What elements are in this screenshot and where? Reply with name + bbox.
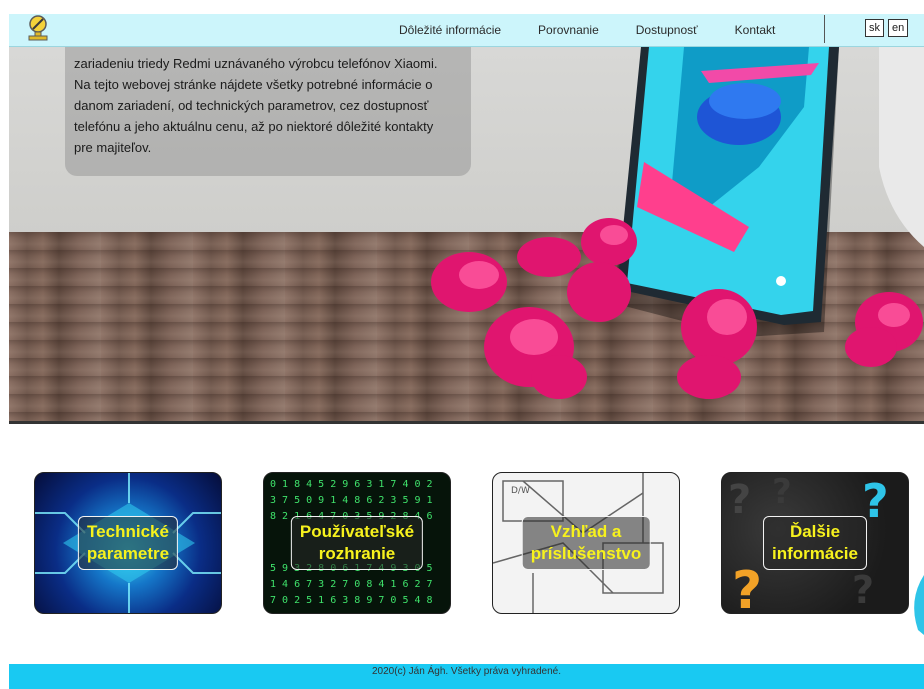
hero-bottom-edge xyxy=(9,421,924,424)
lang-en-button[interactable]: en xyxy=(888,19,909,37)
card-label-line: Používateľské xyxy=(299,522,415,541)
site-logo-icon[interactable] xyxy=(25,14,51,42)
card-user-interface[interactable]: 0 1 8 4 5 2 9 6 3 1 7 4 0 2 3 7 5 0 9 1 … xyxy=(263,472,451,614)
intro-line: zariadeniu triedy Redmi uznávaného výrob… xyxy=(74,56,438,71)
svg-text:7 0 2 5 1 6 3 8 9 7 0 5 4 8: 7 0 2 5 1 6 3 8 9 7 0 5 4 8 xyxy=(270,595,433,606)
svg-text:1 4 6 7 3 2 7 0 8 4 1 6 2 7: 1 4 6 7 3 2 7 0 8 4 1 6 2 7 xyxy=(270,579,433,590)
intro-line: Na tejto webovej stránke nájdete všetky … xyxy=(74,77,433,92)
card-label-line: Ďalšie xyxy=(789,522,841,541)
category-cards: Technické parametre 0 1 8 4 5 2 9 6 3 1 … xyxy=(34,472,914,614)
svg-text:?: ? xyxy=(732,561,762,614)
svg-text:D/W: D/W xyxy=(511,486,530,496)
page: Dôležité informácie Porovnanie Dostupnos… xyxy=(0,0,924,689)
left-margin xyxy=(0,0,9,689)
intro-line: telefónu a jeho aktuálnu cenu, až po nie… xyxy=(74,119,434,134)
card-label: Ďalšie informácie xyxy=(763,516,867,570)
nav-link-important-info[interactable]: Dôležité informácie xyxy=(399,23,501,37)
language-switcher: sk en xyxy=(865,19,909,37)
top-navbar: Dôležité informácie Porovnanie Dostupnos… xyxy=(9,14,924,47)
card-label-line: rozhranie xyxy=(318,544,396,563)
nav-link-contact[interactable]: Kontakt xyxy=(735,23,776,37)
decorative-blob xyxy=(914,575,924,635)
svg-text:?: ? xyxy=(728,477,751,523)
intro-line: pre majiteľov. xyxy=(74,140,152,155)
card-technical-parameters[interactable]: Technické parametre xyxy=(34,472,222,614)
svg-text:?: ? xyxy=(852,568,874,612)
footer: 2020(c) Ján Ágh. Všetky práva vyhradené. xyxy=(9,664,924,689)
card-more-info[interactable]: ? ? ? ? ? Ďalšie informácie xyxy=(721,472,909,614)
card-label-line: informácie xyxy=(772,544,858,563)
card-label: Technické parametre xyxy=(77,516,179,570)
hero-banner: zariadeniu triedy Redmi uznávaného výrob… xyxy=(9,47,924,424)
svg-text:3 7 5 0 9 1 4 8 6 2 3 5 9 1: 3 7 5 0 9 1 4 8 6 2 3 5 9 1 xyxy=(270,495,433,506)
card-label-line: príslušenstvo xyxy=(530,544,642,563)
nav-links: Dôležité informácie Porovnanie Dostupnos… xyxy=(399,14,812,46)
card-label-line: Vzhľad a xyxy=(550,522,622,541)
card-label: Používateľské rozhranie xyxy=(290,516,424,570)
card-label-line: Technické xyxy=(87,522,169,541)
card-label: Vzhľad a príslušenstvo xyxy=(521,516,651,570)
svg-text:0 1 8 4 5 2 9 6 3 1 7 4 0 2: 0 1 8 4 5 2 9 6 3 1 7 4 0 2 xyxy=(270,479,433,490)
lang-sk-button[interactable]: sk xyxy=(865,19,884,37)
hero-phone-image xyxy=(431,47,924,399)
nav-link-availability[interactable]: Dostupnosť xyxy=(636,23,698,37)
nav-divider xyxy=(824,15,825,43)
svg-text:?: ? xyxy=(772,473,792,512)
intro-line: danom zariadení, od technických parametr… xyxy=(74,98,429,113)
footer-copyright: 2020(c) Ján Ágh. Všetky práva vyhradené. xyxy=(372,666,561,677)
card-design-accessories[interactable]: D/W Vzhľad a príslušenstvo xyxy=(492,472,680,614)
card-label-line: parametre xyxy=(86,544,170,563)
nav-link-comparison[interactable]: Porovnanie xyxy=(538,23,599,37)
intro-text: zariadeniu triedy Redmi uznávaného výrob… xyxy=(74,53,466,158)
